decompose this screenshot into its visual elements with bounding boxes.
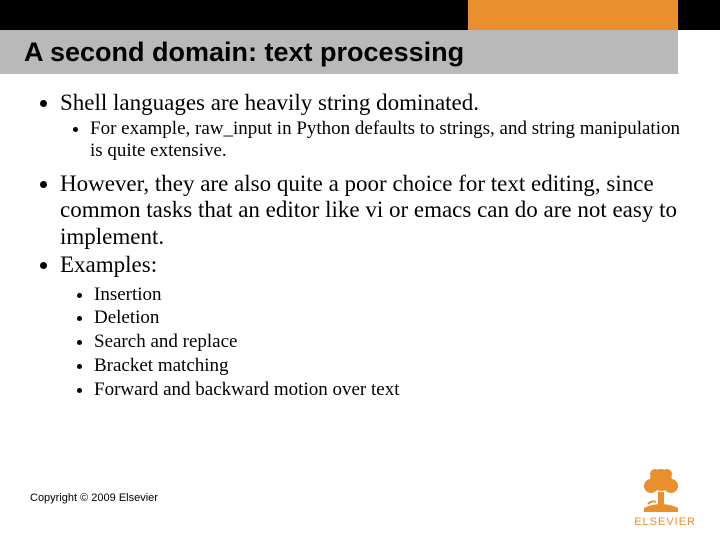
example-item: Bracket matching [94,354,680,378]
slide-title: A second domain: text processing [24,37,464,68]
example-list: Insertion Deletion Search and replace Br… [60,283,680,402]
example-item: Insertion [94,283,680,307]
example-text: Bracket matching [94,355,229,376]
bullet-list: Shell languages are heavily string domin… [38,90,680,401]
sub-bullet-list: For example, raw_input in Python default… [60,118,680,161]
content-area: Shell languages are heavily string domin… [38,90,680,403]
title-bar: A second domain: text processing [0,30,678,74]
elsevier-logo: ELSEVIER [634,464,696,528]
example-item: Search and replace [94,330,680,354]
example-text: Insertion [94,284,162,305]
slide: A second domain: text processing Shell l… [0,0,720,540]
example-text: Search and replace [94,331,237,352]
example-text: Forward and backward motion over text [94,379,400,400]
example-item: Forward and backward motion over text [94,378,680,402]
bullet-text: However, they are also quite a poor choi… [60,171,677,249]
bullet-item: Shell languages are heavily string domin… [60,90,680,161]
sub-bullet-item: For example, raw_input in Python default… [90,118,680,161]
example-item: Deletion [94,306,680,330]
orange-accent-tab [468,0,678,30]
copyright-text: Copyright © 2009 Elsevier [30,492,158,504]
elsevier-tree-icon [634,464,688,514]
bullet-text: Examples: [60,252,157,277]
bullet-item: However, they are also quite a poor choi… [60,171,680,250]
example-text: Deletion [94,307,159,328]
sub-bullet-text: For example, raw_input in Python default… [90,118,680,160]
bullet-text: Shell languages are heavily string domin… [60,90,479,115]
bullet-item: Examples: Insertion Deletion Search and … [60,252,680,401]
logo-label: ELSEVIER [634,516,696,528]
